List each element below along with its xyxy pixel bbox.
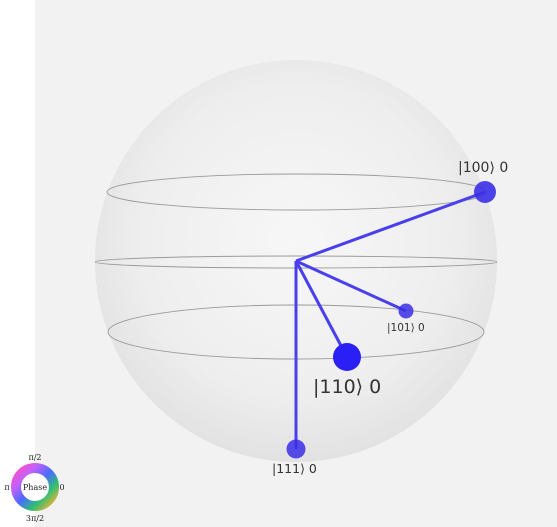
state-marker-101[interactable] [398,303,414,319]
phase-label-right: 0 [59,483,64,492]
state-label-110: |110⟩ 0 [313,376,381,398]
phase-label-bottom: 3π/2 [26,514,44,523]
phase-label-top: π/2 [28,453,41,462]
state-marker-110[interactable] [333,343,361,371]
state-marker-111[interactable] [286,439,306,459]
phase-wheel-center-label: Phase [23,483,47,492]
state-marker-100[interactable] [474,181,496,203]
qsphere-viewer: |100⟩ 0 |101⟩ 0 |110⟩ 0 |111⟩ 0 Phase π/… [0,0,557,527]
state-label-101: |101⟩ 0 [387,322,425,334]
phase-label-left: π [4,483,9,492]
state-label-111: |111⟩ 0 [272,461,317,476]
phase-wheel: Phase π/2 π 0 3π/2 [4,453,64,523]
state-label-100: |100⟩ 0 [458,160,508,176]
qsphere-scene[interactable]: |100⟩ 0 |101⟩ 0 |110⟩ 0 |111⟩ 0 Phase π/… [0,0,557,527]
